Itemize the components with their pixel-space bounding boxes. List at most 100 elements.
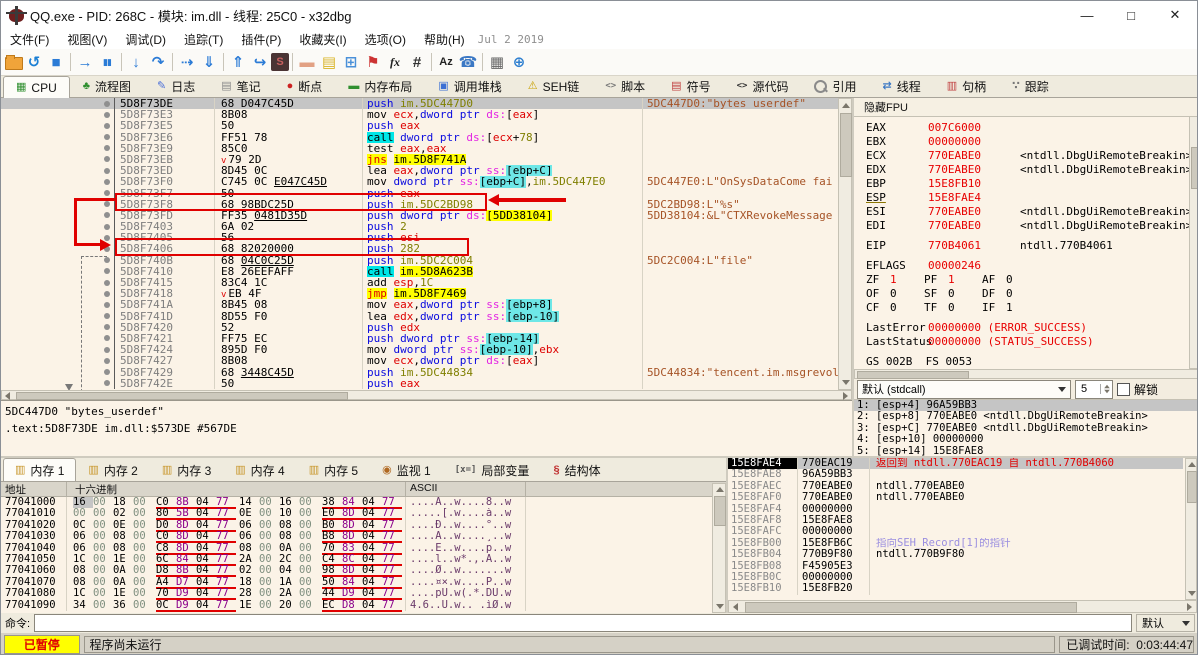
dump-tab-memory-dump[interactable]: ▥ 内存 2 xyxy=(76,458,149,481)
stack-row[interactable]: 15E8FAF4 00000000 xyxy=(728,503,1183,515)
scroll-thumb[interactable] xyxy=(857,371,969,379)
menu-item[interactable]: 视图(V) xyxy=(58,29,116,50)
spinner-buttons[interactable] xyxy=(1100,384,1112,394)
run-to-user-code-icon[interactable]: ↪ xyxy=(249,51,271,73)
disasm-row[interactable]: 5D8F7406 68 82020000 push 282 xyxy=(1,243,852,255)
disasm-row[interactable]: 5D8F73E5 50 push eax xyxy=(1,120,852,132)
disassembly-hscrollbar[interactable] xyxy=(1,390,852,400)
register-row[interactable]: EAX 007C6000 xyxy=(866,121,1197,135)
stack-vscrollbar[interactable] xyxy=(1185,458,1197,600)
register-row[interactable]: EFLAGS 00000246 xyxy=(866,259,1197,273)
command-profile-select[interactable]: 默认 xyxy=(1136,614,1195,632)
strings-az-icon[interactable]: Az xyxy=(435,51,457,73)
breakpoint-dot-icon[interactable] xyxy=(104,346,110,353)
scroll-left-icon[interactable] xyxy=(5,392,10,400)
stack-row[interactable]: 15E8FB08 F45905E3 xyxy=(728,560,1183,572)
register-row[interactable]: ECX 770EABE0 <ntdll.DbgUiRemoteBreakin> xyxy=(866,149,1197,163)
menu-item[interactable]: 追踪(T) xyxy=(175,29,232,50)
calculator-icon[interactable]: ▦ xyxy=(486,51,508,73)
scroll-up-icon[interactable] xyxy=(716,487,724,492)
tab-handles[interactable]: ▥ 句柄 xyxy=(934,75,999,97)
script-run-icon[interactable]: S xyxy=(271,53,289,71)
scroll-right-icon[interactable] xyxy=(1187,603,1192,611)
step-into-icon[interactable]: ↓ xyxy=(125,51,147,73)
register-row[interactable]: EDI 770EABE0 <ntdll.DbgUiRemoteBreakin> xyxy=(866,219,1197,233)
open-file-icon[interactable] xyxy=(5,55,23,70)
scroll-thumb[interactable] xyxy=(840,113,852,177)
scroll-down-icon[interactable] xyxy=(1188,591,1196,596)
breakpoint-dot-icon[interactable] xyxy=(104,279,110,286)
unlock-control[interactable]: 解锁 xyxy=(1117,381,1158,398)
disasm-row[interactable]: 5D8F73F0 C745 0C E047C45D mov dword ptr ss… xyxy=(1,176,852,188)
step-over-icon[interactable]: ↷ xyxy=(147,51,169,73)
labels-icon[interactable]: ⊞ xyxy=(340,51,362,73)
breakpoint-dot-icon[interactable] xyxy=(104,156,110,163)
breakpoint-dot-icon[interactable] xyxy=(104,122,110,129)
registers-list[interactable]: EAX 007C6000 EBX 00000000 ECX 770EABE0 <ntdll.… xyxy=(854,117,1197,370)
dump-tab-struct[interactable]: § 结构体 xyxy=(541,458,612,481)
breakpoint-dot-icon[interactable] xyxy=(104,301,110,308)
tab-seh-chain[interactable]: ⚠ SEH链 xyxy=(515,75,593,97)
scroll-up-icon[interactable] xyxy=(842,103,850,108)
execute-till-return-icon[interactable]: ⇑ xyxy=(227,51,249,73)
bookmarks-icon[interactable]: ⚑ xyxy=(362,51,384,73)
register-row[interactable]: EBP 15E8FB10 xyxy=(866,177,1197,191)
tab-trace[interactable]: ∵ 跟踪 xyxy=(999,75,1062,97)
scroll-right-icon[interactable] xyxy=(843,392,848,400)
dump-tab-watch[interactable]: ◉ 监视 1 xyxy=(370,458,443,481)
tab-memory-map[interactable]: ▬ 内存布局 xyxy=(335,75,425,97)
minimize-button[interactable]: — xyxy=(1065,1,1109,29)
breakpoint-dot-icon[interactable] xyxy=(104,369,110,375)
tab-script[interactable]: <> 脚本 xyxy=(592,75,658,97)
step-out-icon[interactable]: ⇓ xyxy=(198,51,220,73)
menu-item[interactable]: 文件(F) xyxy=(1,29,58,50)
restart-icon[interactable]: ↺ xyxy=(23,51,45,73)
register-row[interactable]: EBX 00000000 xyxy=(866,135,1197,149)
breakpoint-dot-icon[interactable] xyxy=(104,167,110,174)
globe-icon[interactable]: ⊕ xyxy=(508,51,530,73)
breakpoint-dot-icon[interactable] xyxy=(104,324,110,331)
register-row[interactable]: ESP 15E8FAE4 xyxy=(866,191,1197,205)
patches-icon[interactable]: ▬ xyxy=(296,51,318,73)
breakpoint-dot-icon[interactable] xyxy=(104,313,110,320)
scroll-thumb[interactable] xyxy=(1191,147,1197,189)
menu-item[interactable]: 插件(P) xyxy=(232,29,290,50)
spin-down-icon[interactable] xyxy=(1103,389,1110,394)
run-icon[interactable]: → xyxy=(74,51,96,73)
dump-tab-memory-dump[interactable]: ▥ 内存 3 xyxy=(150,458,223,481)
argument-row[interactable]: 4: [esp+10] 00000000 xyxy=(854,433,1197,445)
disasm-row[interactable]: 5D8F741A 8B45 08 mov eax,dword ptr ss:[ebp… xyxy=(1,299,852,311)
breakpoint-dot-icon[interactable] xyxy=(104,223,110,230)
breakpoint-dot-icon[interactable] xyxy=(104,178,110,185)
scroll-thumb[interactable] xyxy=(745,602,1077,613)
breakpoint-dot-icon[interactable] xyxy=(104,257,110,264)
scroll-down-icon[interactable] xyxy=(842,380,850,385)
tab-log[interactable]: ✎ 日志 xyxy=(144,75,208,97)
register-row[interactable]: ESI 770EABE0 <ntdll.DbgUiRemoteBreakin> xyxy=(866,205,1197,219)
calling-convention-select[interactable]: 默认 (stdcall) xyxy=(857,379,1071,399)
menu-item[interactable]: 调试(D) xyxy=(116,29,175,50)
dump-tab-memory-dump[interactable]: ▥ 内存 1 xyxy=(3,458,77,481)
tab-graph[interactable]: ♣ 流程图 xyxy=(70,75,144,97)
stack-row[interactable]: 15E8FAE8 96A59BB3 xyxy=(728,468,1183,481)
disasm-row[interactable]: 5D8F7427 8B08 mov ecx,dword ptr ds:[eax] xyxy=(1,355,852,367)
stack-row[interactable]: 15E8FB10 15E8FB20 xyxy=(728,582,1183,595)
stack-row[interactable]: 15E8FAFC 00000000 xyxy=(728,525,1183,538)
disasm-row[interactable]: 5D8F73F7 50 push eax xyxy=(1,187,852,199)
scroll-left-icon[interactable] xyxy=(733,603,738,611)
hide-fpu-button[interactable]: 隐藏FPU xyxy=(864,99,908,115)
dump-row[interactable]: 77041080 1C 00 1E 00 70 D9 04 77 28 00 2A 00 44 D9 04 77… xyxy=(1,587,726,601)
breakpoint-dot-icon[interactable] xyxy=(104,100,110,107)
breakpoint-dot-icon[interactable] xyxy=(104,290,110,297)
breakpoint-dot-icon[interactable] xyxy=(104,357,110,364)
register-row[interactable]: EIP 770B4061 ntdll.770B4061 xyxy=(866,239,1197,253)
breakpoint-dot-icon[interactable] xyxy=(104,380,110,387)
dump-tab-memory-dump[interactable]: ▥ 内存 5 xyxy=(297,458,370,481)
disasm-row[interactable]: 5D8F742E 50 push eax xyxy=(1,377,852,389)
register-row[interactable]: EDX 770EABE0 <ntdll.DbgUiRemoteBreakin> xyxy=(866,163,1197,177)
pause-icon[interactable]: ▮▮ xyxy=(96,51,118,73)
dump-vscrollbar[interactable] xyxy=(712,483,726,613)
stack-row[interactable]: 15E8FAF0 770EABE0 ntdll.770EABE0 xyxy=(728,491,1183,504)
menu-item[interactable]: 收藏夹(I) xyxy=(290,29,355,50)
run-to-cursor-icon[interactable]: ⇢ xyxy=(176,51,198,73)
